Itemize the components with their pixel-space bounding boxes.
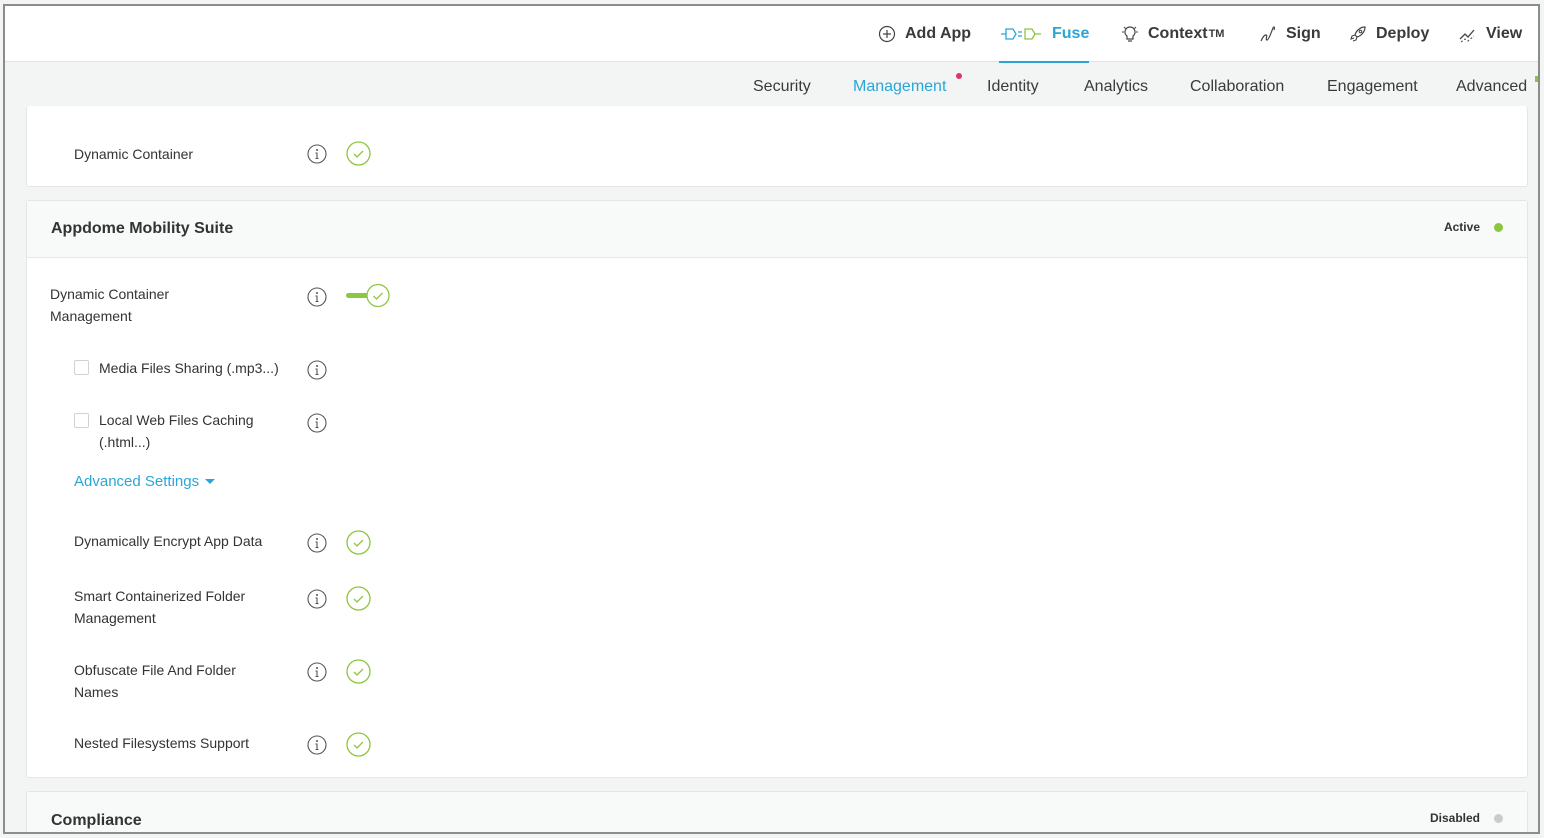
view-tab[interactable]: View [1457,6,1522,62]
check-circle-icon[interactable] [346,586,371,611]
tab-security[interactable]: Security [753,78,811,96]
status-label: Active [1443,220,1480,234]
feature-label: Nested Filesystems Support [74,735,250,751]
option-label-line2: (.html...) [99,434,151,450]
fuse-label: Fuse [1052,25,1090,42]
tab-collaboration[interactable]: Collaboration [1190,78,1284,96]
status-dot-active [1494,222,1503,232]
notification-dot [956,73,962,79]
sign-tab[interactable]: Sign [1257,6,1321,62]
top-navigation: Add App Fuse Context TM Sign Deploy View [5,6,1538,63]
info-icon[interactable] [307,287,327,307]
add-app-button[interactable]: Add App [876,6,971,62]
deploy-tab[interactable]: Deploy [1347,6,1429,62]
info-icon[interactable] [307,735,327,755]
add-circle-icon [876,23,898,45]
tab-identity[interactable]: Identity [987,78,1039,96]
status-badge: Active [1444,220,1503,234]
add-app-label: Add App [905,25,972,42]
info-icon[interactable] [307,413,327,433]
check-circle-icon[interactable] [346,732,371,757]
card-header[interactable]: Compliance Disabled [27,792,1527,832]
check-circle-icon[interactable] [346,141,371,166]
tab-analytics[interactable]: Analytics [1084,78,1148,96]
signature-icon [1257,23,1279,45]
card-title: Compliance [51,812,142,829]
main-feature-label-line1: Dynamic Container [50,286,170,302]
fuse-tab[interactable]: Fuse [999,6,1090,63]
toggle-switch[interactable] [345,283,391,309]
rocket-icon [1347,23,1369,45]
tab-engagement[interactable]: Engagement [1327,78,1418,96]
trademark-sup: TM [1208,28,1225,40]
check-circle-icon[interactable] [346,530,371,555]
info-icon[interactable] [307,533,327,553]
check-circle-icon[interactable] [346,659,371,684]
chart-line-icon [1457,23,1479,45]
dynamic-container-card: Dynamic Container [26,106,1528,187]
info-icon[interactable] [307,589,327,609]
context-label: Context [1148,25,1208,42]
status-dot-disabled [1494,813,1503,823]
feature-label: Dynamic Container [74,146,194,162]
lightbulb-icon [1119,23,1141,45]
status-label: Disabled [1429,811,1480,825]
feature-label-line2: Names [74,684,119,700]
app-window: Add App Fuse Context TM Sign Deploy View… [3,4,1540,834]
tab-management[interactable]: Management [853,78,946,96]
view-label: View [1486,25,1523,42]
compliance-card: Compliance Disabled [26,791,1528,832]
media-files-checkbox[interactable] [74,360,89,375]
feature-label-line2: Management [74,610,156,626]
advanced-settings-label: Advanced Settings [74,473,200,490]
context-tab[interactable]: Context TM [1119,6,1224,62]
caret-down-icon [205,479,216,484]
feature-label-line1: Obfuscate File And Folder [74,662,236,678]
feature-label-line1: Smart Containerized Folder [74,588,246,604]
fuse-plug-icon [999,23,1045,45]
scrollbar-indicator[interactable] [1535,76,1538,82]
info-icon[interactable] [307,360,327,380]
status-badge: Disabled [1430,811,1503,825]
local-web-files-checkbox[interactable] [74,413,89,428]
option-label-line1: Local Web Files Caching [99,412,254,428]
tab-advanced[interactable]: Advanced [1456,78,1527,96]
info-icon[interactable] [307,144,327,164]
main-feature-label-line2: Management [50,308,132,324]
deploy-label: Deploy [1376,25,1430,42]
advanced-settings-link[interactable]: Advanced Settings [74,473,216,490]
sign-label: Sign [1286,25,1321,42]
mobility-suite-card: Appdome Mobility Suite Active Dynamic Co… [26,200,1528,778]
info-icon[interactable] [307,662,327,682]
option-label: Media Files Sharing (.mp3...) [99,360,279,376]
feature-label: Dynamically Encrypt App Data [74,533,263,549]
card-title: Appdome Mobility Suite [51,220,234,237]
card-header[interactable]: Appdome Mobility Suite Active [27,201,1527,258]
